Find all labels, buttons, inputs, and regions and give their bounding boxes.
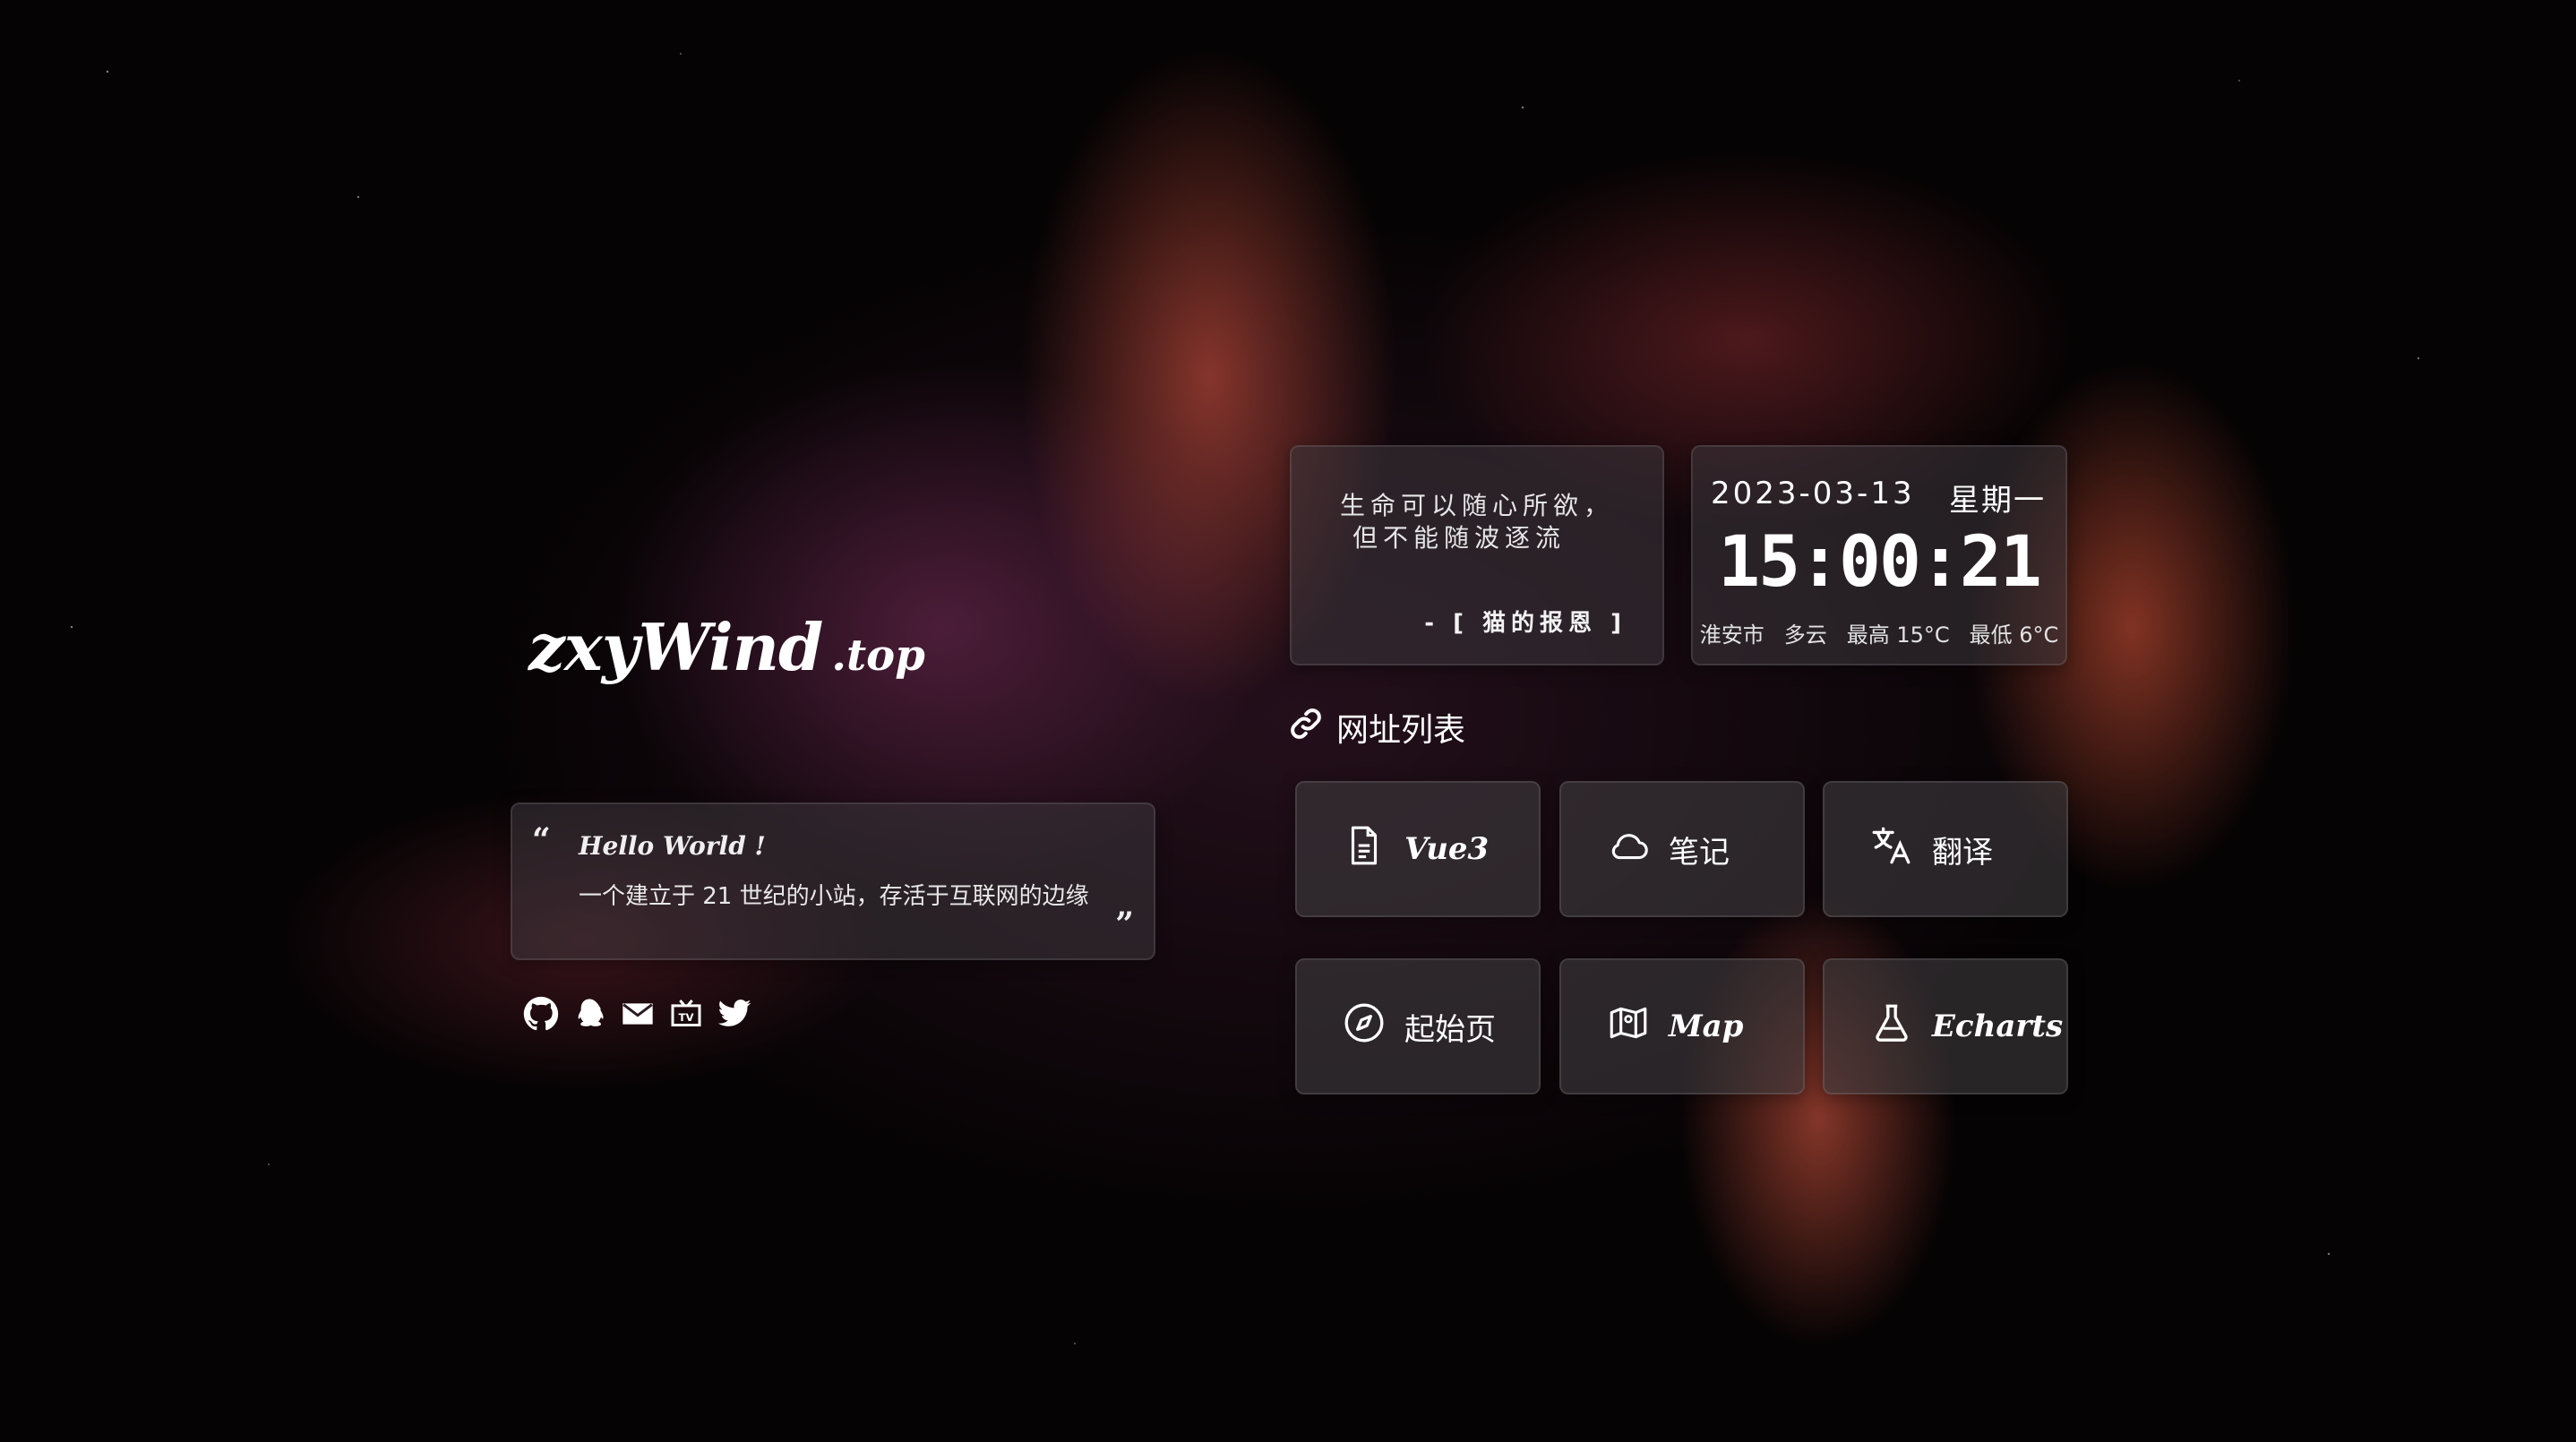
- translate-icon: [1869, 823, 1914, 876]
- compass-icon: [1342, 1000, 1387, 1053]
- weather-condition: 多云: [1783, 622, 1827, 648]
- flask-icon: [1869, 1000, 1914, 1053]
- quote-close-mark: ”: [1115, 906, 1134, 943]
- weather-low: 最低 6°C: [1969, 622, 2059, 648]
- motto-author: - [ 猫的报恩 ]: [1424, 610, 1627, 637]
- weather-row: 淮安市 多云 最高 15°C 最低 6°C: [1693, 617, 2065, 648]
- link-tile-label: Vue3: [1404, 831, 1490, 867]
- link-tile-vue3[interactable]: Vue3: [1295, 781, 1541, 917]
- svg-text:TV: TV: [679, 1011, 694, 1024]
- qq-icon[interactable]: [571, 996, 607, 1032]
- link-tile-translate[interactable]: 翻译: [1823, 781, 2068, 917]
- clock-date: 2023-03-13: [1711, 476, 1915, 511]
- clock-weather-card: 2023-03-13 星期一 15:00:21 淮安市 多云 最高 15°C 最…: [1691, 445, 2067, 665]
- links-title-label: 网址列表: [1336, 712, 1466, 749]
- quote-text: 一个建立于 21 世纪的小站，存活于互联网的边缘: [579, 883, 1089, 910]
- weather-city: 淮安市: [1699, 622, 1765, 648]
- links-section-title: 网址列表: [1288, 704, 1465, 751]
- link-icon: [1288, 706, 1324, 750]
- link-tile-label: 笔记: [1669, 834, 1730, 871]
- motto-card: 生命可以随心所欲， 但不能随波逐流 - [ 猫的报恩 ]: [1290, 445, 1664, 665]
- intro-quote-card: “ Hello World ! 一个建立于 21 世纪的小站，存活于互联网的边缘…: [511, 803, 1155, 960]
- motto-line-1: 生命可以随心所欲，: [1339, 491, 1614, 520]
- page-root: zxyWind .top “ Hello World ! 一个建立于 21 世纪的…: [0, 0, 2576, 1442]
- twitter-icon[interactable]: [717, 996, 752, 1032]
- link-tile-label: Echarts: [1932, 1009, 2064, 1044]
- site-logo: zxyWind .top: [528, 609, 925, 685]
- weather-high: 最高 15°C: [1846, 622, 1950, 648]
- link-tile-startpage[interactable]: 起始页: [1295, 958, 1541, 1094]
- clock-time: 15:00:21: [1718, 522, 2042, 603]
- quote-open-mark: “: [532, 821, 551, 859]
- site-logo-domain: .top: [831, 631, 925, 681]
- document-icon: [1342, 823, 1387, 876]
- map-icon: [1606, 1000, 1651, 1053]
- cloud-icon: [1606, 823, 1651, 876]
- link-tile-map[interactable]: Map: [1559, 958, 1805, 1094]
- motto-line-2: 但不能随波逐流: [1352, 523, 1566, 553]
- social-links: TV: [523, 996, 752, 1032]
- site-logo-main: zxyWind: [528, 609, 823, 685]
- link-tile-label: 翻译: [1932, 834, 1993, 871]
- quote-hello: Hello World !: [579, 831, 766, 861]
- github-icon[interactable]: [523, 996, 559, 1032]
- bilibili-tv-icon[interactable]: TV: [668, 996, 704, 1032]
- link-tile-label: Map: [1669, 1009, 1744, 1044]
- clock-weekday: 星期一: [1949, 483, 2046, 519]
- mail-icon[interactable]: [620, 996, 656, 1032]
- link-tile-label: 起始页: [1404, 1011, 1496, 1048]
- link-tile-notes[interactable]: 笔记: [1559, 781, 1805, 917]
- link-tile-echarts[interactable]: Echarts: [1823, 958, 2068, 1094]
